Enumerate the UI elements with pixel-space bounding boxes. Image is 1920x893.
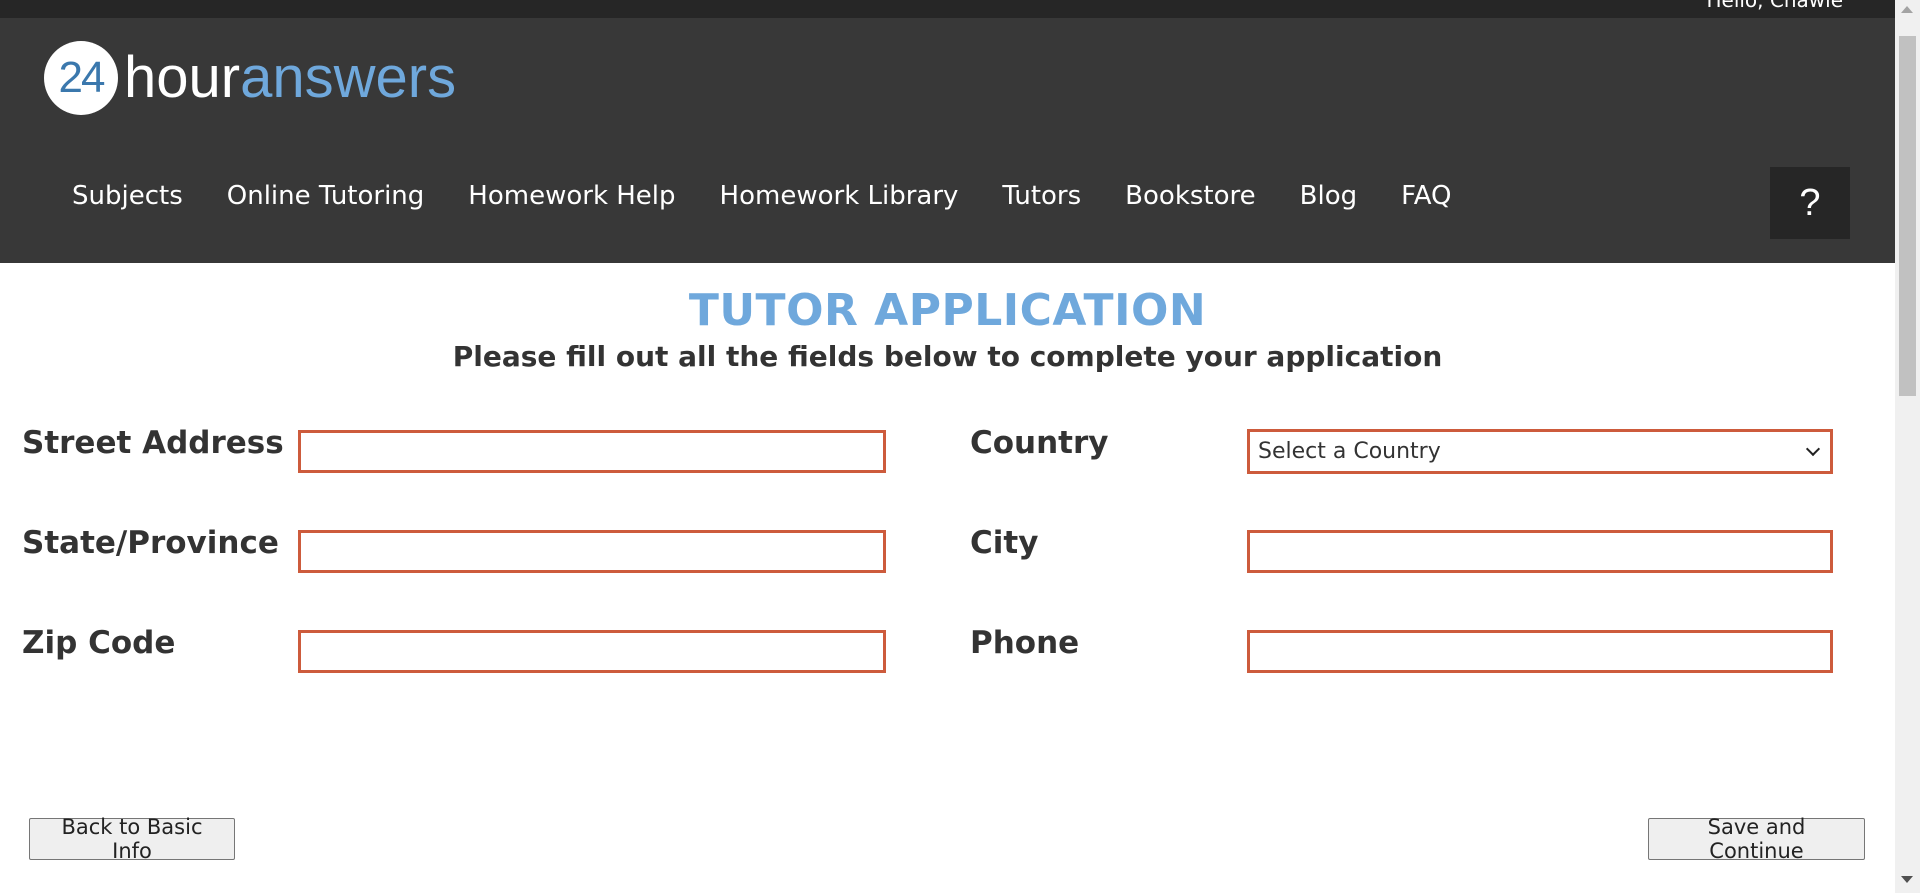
- back-to-basic-info-button[interactable]: Back to Basic Info: [29, 815, 235, 863]
- help-button[interactable]: ?: [1770, 167, 1850, 239]
- state-province-input[interactable]: [298, 530, 886, 573]
- nav-item-faq[interactable]: FAQ: [1379, 181, 1473, 211]
- top-bar: Hello, Chawie: [0, 0, 1895, 18]
- zip-code-input[interactable]: [298, 630, 886, 673]
- phone-label: Phone: [970, 625, 1080, 661]
- main-nav: Subjects Online Tutoring Homework Help H…: [50, 181, 1474, 211]
- logo-badge: 24: [44, 41, 118, 115]
- zip-code-label: Zip Code: [22, 625, 176, 661]
- country-select[interactable]: Select a Country: [1247, 429, 1833, 474]
- state-province-label: State/Province: [22, 525, 279, 561]
- street-address-input[interactable]: [298, 430, 886, 473]
- site-logo[interactable]: 24 houranswers: [44, 40, 456, 116]
- scroll-down-arrow-icon[interactable]: [1901, 876, 1913, 883]
- street-address-label: Street Address: [22, 425, 284, 461]
- nav-item-subjects[interactable]: Subjects: [50, 181, 205, 211]
- nav-item-homework-library[interactable]: Homework Library: [698, 181, 981, 211]
- page-subtitle: Please fill out all the fields below to …: [452, 340, 1443, 373]
- city-input[interactable]: [1247, 530, 1833, 573]
- scroll-thumb[interactable]: [1899, 36, 1916, 396]
- nav-item-tutors[interactable]: Tutors: [980, 181, 1103, 211]
- nav-item-bookstore[interactable]: Bookstore: [1103, 181, 1277, 211]
- logo-wordmark: houranswers: [124, 49, 456, 107]
- site-header: 24 houranswers Subjects Online Tutoring …: [0, 18, 1895, 263]
- logo-word-hour: hour: [124, 45, 241, 110]
- city-label: City: [970, 525, 1039, 561]
- country-select-value: Select a Country: [1258, 439, 1441, 464]
- chevron-down-icon: [1805, 441, 1821, 456]
- page-scrollbar[interactable]: [1895, 0, 1920, 893]
- nav-item-homework-help[interactable]: Homework Help: [446, 181, 697, 211]
- nav-item-blog[interactable]: Blog: [1278, 181, 1379, 211]
- page-title: TUTOR APPLICATION: [688, 285, 1207, 336]
- user-greeting[interactable]: Hello, Chawie: [1706, 0, 1843, 12]
- phone-input[interactable]: [1247, 630, 1833, 673]
- nav-item-online-tutoring[interactable]: Online Tutoring: [205, 181, 447, 211]
- logo-word-answers: answers: [240, 45, 457, 110]
- save-and-continue-button[interactable]: Save and Continue: [1648, 815, 1865, 863]
- scroll-up-arrow-icon[interactable]: [1901, 6, 1913, 13]
- country-label: Country: [970, 425, 1109, 461]
